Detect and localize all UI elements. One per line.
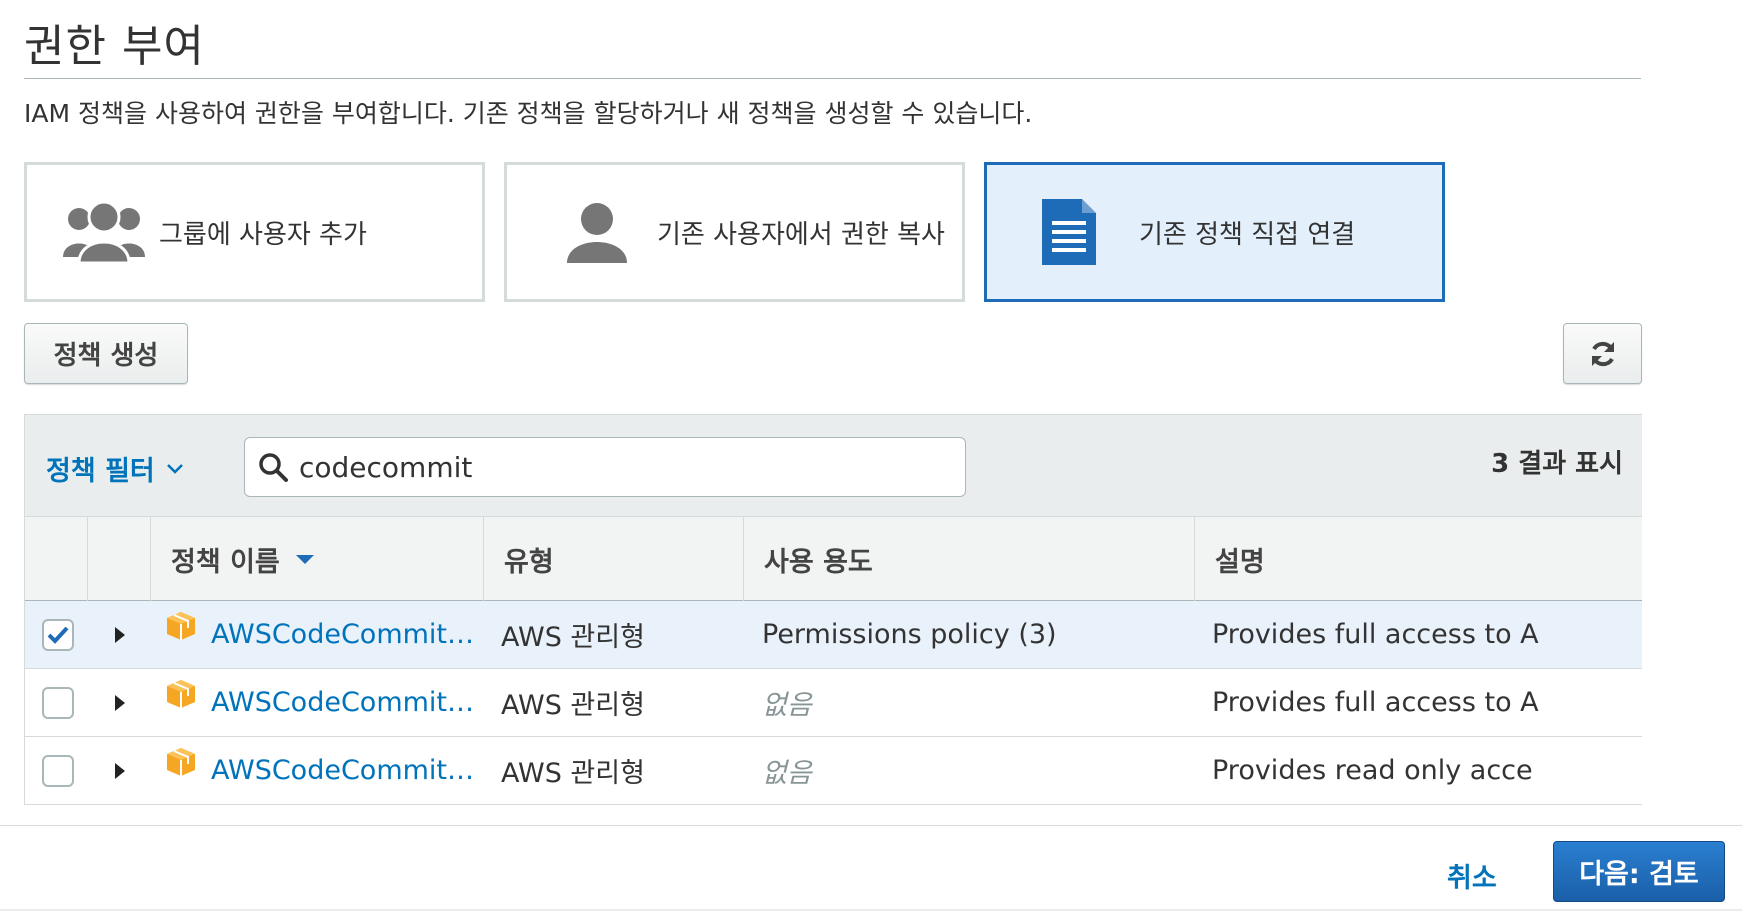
policy-name-link[interactable]: AWSCodeCommitF… bbox=[211, 619, 484, 650]
policy-description-cell: Provides full access to A bbox=[1212, 687, 1539, 718]
table-row[interactable]: AWSCodeCommitR… AWS 관리형 없음 Provides read on… bbox=[25, 737, 1642, 805]
column-label: 사용 용도 bbox=[764, 546, 873, 578]
option-label: 기존 사용자에서 권한 복사 bbox=[657, 219, 945, 250]
page-title: 권한 부여 bbox=[24, 21, 205, 72]
policy-type-cell: AWS 관리형 bbox=[501, 758, 645, 789]
caret-right-icon bbox=[115, 694, 125, 711]
policy-description-cell: Provides full access to A bbox=[1212, 619, 1539, 650]
option-add-user-to-group[interactable]: 그룹에 사용자 추가 bbox=[24, 162, 485, 302]
column-header-description[interactable]: 설명 bbox=[1195, 517, 1642, 601]
chevron-down-icon bbox=[166, 463, 183, 474]
row-select-cell bbox=[42, 737, 82, 804]
aws-managed-policy-icon bbox=[165, 678, 197, 717]
row-checkbox[interactable] bbox=[42, 754, 74, 787]
policy-type-cell: AWS 관리형 bbox=[501, 690, 645, 721]
results-count: 3 결과 표시 bbox=[1491, 449, 1623, 479]
create-policy-button[interactable]: 정책 생성 bbox=[24, 323, 188, 384]
search-icon bbox=[259, 453, 288, 482]
search-box bbox=[244, 437, 966, 497]
document-icon bbox=[1019, 197, 1119, 267]
footer-divider bbox=[0, 825, 1742, 826]
option-attach-policies[interactable]: 기존 정책 직접 연결 bbox=[984, 162, 1445, 302]
checkmark-icon bbox=[47, 626, 69, 644]
column-header-policy-name[interactable]: 정책 이름 bbox=[151, 517, 484, 601]
policy-name-link[interactable]: AWSCodeCommitR… bbox=[211, 755, 484, 786]
column-header-type[interactable]: 유형 bbox=[484, 517, 744, 601]
caret-right-icon bbox=[115, 762, 125, 779]
policy-name-cell: AWSCodeCommitP… bbox=[165, 669, 484, 736]
row-select-cell bbox=[42, 601, 82, 668]
table-toolbar: 정책 필터 3 결과 표시 bbox=[25, 414, 1642, 517]
users-group-icon bbox=[49, 201, 159, 263]
policy-usage-cell: Permissions policy (3) bbox=[762, 619, 1057, 650]
row-select-cell bbox=[42, 669, 82, 736]
table-row[interactable]: AWSCodeCommitF… AWS 관리형 Permissions policy… bbox=[25, 601, 1642, 669]
policy-description-cell: Provides read only acce bbox=[1212, 755, 1533, 786]
title-divider bbox=[24, 78, 1641, 79]
expand-row-toggle[interactable] bbox=[113, 601, 143, 668]
header-expand-col bbox=[88, 517, 151, 601]
policy-usage-cell: 없음 bbox=[762, 690, 812, 721]
filter-label: 정책 필터 bbox=[46, 456, 155, 487]
policy-name-cell: AWSCodeCommitF… bbox=[165, 601, 484, 668]
cancel-link[interactable]: 취소 bbox=[1447, 856, 1497, 895]
column-label: 유형 bbox=[504, 546, 554, 578]
column-label: 정책 이름 bbox=[171, 546, 280, 578]
refresh-button[interactable] bbox=[1563, 323, 1642, 384]
column-header-usage[interactable]: 사용 용도 bbox=[744, 517, 1195, 601]
page-subtitle: IAM 정책을 사용하여 권한을 부여합니다. 기존 정책을 할당하거나 새 정… bbox=[24, 99, 1033, 128]
option-copy-permissions[interactable]: 기존 사용자에서 권한 복사 bbox=[504, 162, 965, 302]
option-label: 그룹에 사용자 추가 bbox=[159, 219, 367, 250]
table-row[interactable]: AWSCodeCommitP… AWS 관리형 없음 Provides full ac… bbox=[25, 669, 1642, 737]
search-input[interactable] bbox=[297, 449, 937, 485]
footer-bottom-divider bbox=[0, 909, 1742, 911]
row-checkbox[interactable] bbox=[42, 618, 74, 651]
user-icon bbox=[537, 201, 657, 263]
aws-managed-policy-icon bbox=[165, 746, 197, 785]
refresh-icon bbox=[1591, 341, 1614, 366]
policy-usage-cell: 없음 bbox=[762, 758, 812, 789]
policy-table-panel: 정책 필터 3 결과 표시 정책 이름 유형 사용 용도 bbox=[24, 414, 1642, 805]
caret-right-icon bbox=[115, 626, 125, 643]
next-review-button[interactable]: 다음: 검토 bbox=[1553, 841, 1725, 902]
policy-name-link[interactable]: AWSCodeCommitP… bbox=[211, 687, 484, 718]
policy-type-cell: AWS 관리형 bbox=[501, 622, 645, 653]
expand-row-toggle[interactable] bbox=[113, 669, 143, 736]
sort-down-icon bbox=[295, 555, 314, 564]
policy-filter-dropdown[interactable]: 정책 필터 bbox=[46, 449, 185, 488]
column-label: 설명 bbox=[1215, 546, 1265, 578]
aws-managed-policy-icon bbox=[165, 610, 197, 649]
header-select-col bbox=[25, 517, 88, 601]
expand-row-toggle[interactable] bbox=[113, 737, 143, 804]
row-checkbox[interactable] bbox=[42, 686, 74, 719]
option-label: 기존 정책 직접 연결 bbox=[1139, 219, 1356, 250]
policy-name-cell: AWSCodeCommitR… bbox=[165, 737, 484, 804]
table-header: 정책 이름 유형 사용 용도 설명 bbox=[25, 517, 1642, 601]
